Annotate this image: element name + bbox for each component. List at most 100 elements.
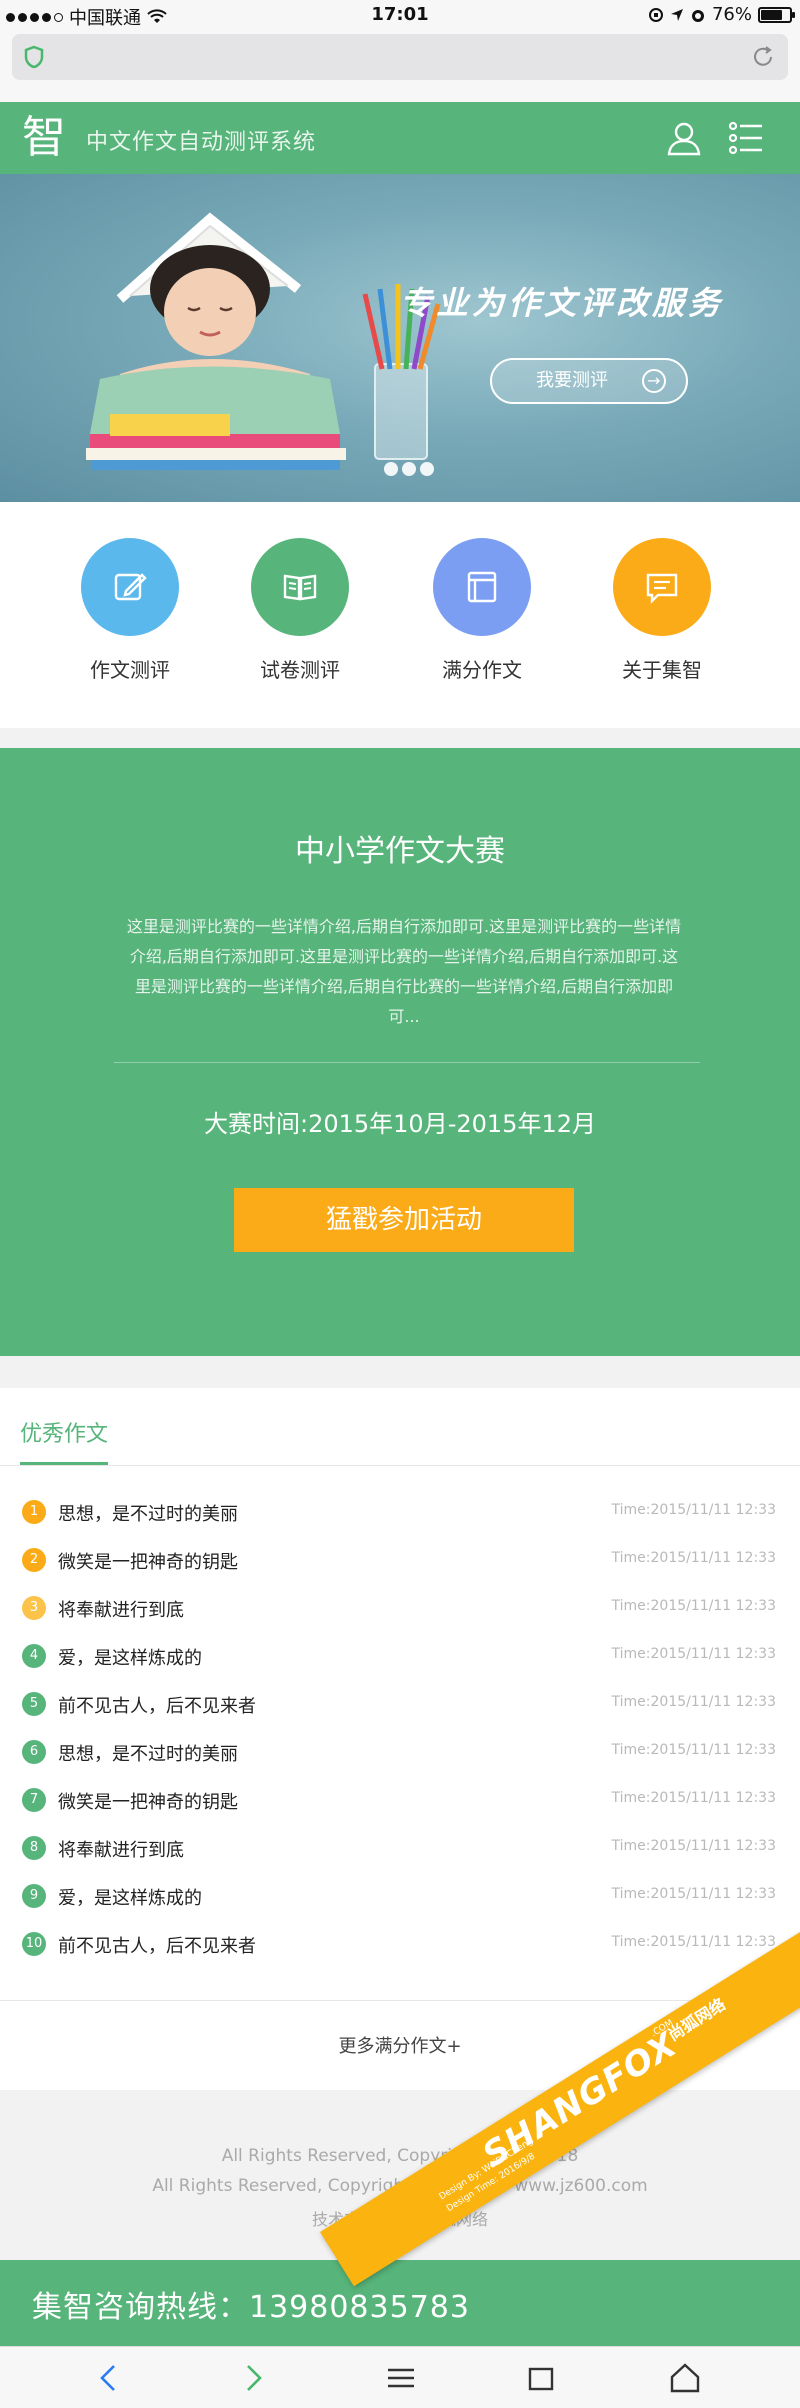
contest-section: 中小学作文大赛 这里是测评比赛的一些详情介绍,后期自行添加即可.这里是测评比赛的… (0, 748, 800, 1356)
hotline-bar[interactable]: 集智咨询热线：13980835783 (0, 2260, 800, 2346)
essay-title[interactable]: 前不见古人，后不见来者 (58, 1692, 256, 1718)
essay-list-item[interactable]: 6 思想，是不过时的美丽 Time:2015/11/11 12:33 (0, 1728, 800, 1776)
essay-title[interactable]: 前不见古人，后不见来者 (58, 1932, 256, 1958)
carousel-dot[interactable] (384, 462, 398, 476)
rank-badge: 10 (22, 1932, 46, 1956)
essay-list-item[interactable]: 1 思想，是不过时的美丽 Time:2015/11/11 12:33 (0, 1488, 800, 1536)
open-book-icon (251, 538, 349, 636)
evaluate-now-button[interactable]: 我要测评 (490, 358, 688, 404)
nav-essay-evaluation[interactable]: 作文测评 (60, 538, 200, 683)
hero-banner[interactable]: 专业为作文评改服务 我要测评 (0, 174, 800, 502)
rank-badge: 5 (22, 1692, 46, 1716)
rank-badge: 2 (22, 1548, 46, 1572)
essay-list-item[interactable]: 5 前不见古人，后不见来者 Time:2015/11/11 12:33 (0, 1680, 800, 1728)
rank-badge: 7 (22, 1788, 46, 1812)
essay-title[interactable]: 微笑是一把神奇的钥匙 (58, 1548, 238, 1574)
divider (0, 2000, 800, 2001)
message-icon (613, 538, 711, 636)
menu-lines-icon[interactable] (384, 2361, 418, 2395)
pencil-edit-icon (81, 538, 179, 636)
essay-list-item[interactable]: 9 爱，是这样炼成的 Time:2015/11/11 12:33 (0, 1872, 800, 1920)
carousel-dot[interactable] (420, 462, 434, 476)
tab-excellent-essays[interactable]: 优秀作文 (20, 1416, 109, 1465)
nav-about[interactable]: 关于集智 (592, 538, 732, 683)
document-icon (433, 538, 531, 636)
status-bar: 中国联通 17:01 76% (0, 0, 800, 30)
shield-icon (24, 45, 44, 69)
essays-tab-bar: 优秀作文 (0, 1388, 800, 1466)
home-icon[interactable] (668, 2361, 702, 2395)
address-bar[interactable] (12, 34, 788, 80)
nav-paper-evaluation[interactable]: 试卷测评 (230, 538, 370, 683)
battery-fill (761, 9, 782, 20)
menu-icon[interactable] (726, 118, 766, 158)
nav-label: 关于集智 (622, 658, 702, 682)
nav-label: 满分作文 (442, 658, 522, 682)
contest-period: 大赛时间:2015年10月-2015年12月 (204, 1110, 596, 1138)
nav-label: 作文测评 (90, 658, 170, 682)
essay-time: Time:2015/11/11 12:33 (611, 1694, 776, 1710)
battery-percent: 76% (711, 4, 752, 25)
essay-title[interactable]: 思想，是不过时的美丽 (58, 1740, 238, 1766)
essay-time: Time:2015/11/11 12:33 (611, 1838, 776, 1854)
contest-description: 这里是测评比赛的一些详情介绍,后期自行添加即可.这里是测评比赛的一些详情介绍,后… (126, 917, 682, 1026)
contest-title: 中小学作文大赛 (295, 834, 505, 869)
evaluate-now-label: 我要测评 (536, 370, 608, 391)
essay-title[interactable]: 爱，是这样炼成的 (58, 1644, 202, 1670)
essay-list-item[interactable]: 4 爱，是这样炼成的 Time:2015/11/11 12:33 (0, 1632, 800, 1680)
rank-badge: 6 (22, 1740, 46, 1764)
tabs-icon[interactable] (524, 2361, 558, 2395)
quick-nav: 作文测评 试卷测评 满分作文 关于集智 (0, 502, 800, 728)
essay-title[interactable]: 微笑是一把神奇的钥匙 (58, 1788, 238, 1814)
rank-badge: 3 (22, 1596, 46, 1620)
essay-list-item[interactable]: 8 将奉献进行到底 Time:2015/11/11 12:33 (0, 1824, 800, 1872)
essay-title[interactable]: 思想，是不过时的美丽 (58, 1500, 238, 1526)
back-icon[interactable] (92, 2361, 126, 2395)
essay-time: Time:2015/11/11 12:33 (611, 1742, 776, 1758)
rank-badge: 4 (22, 1644, 46, 1668)
essay-title[interactable]: 将奉献进行到底 (58, 1836, 184, 1862)
browser-address-area (0, 30, 800, 102)
site-header: 智 中文作文自动测评系统 (0, 102, 800, 174)
copyright-line: All Rights Reserved, Copyright 2015-2018 (221, 2146, 579, 2166)
essay-time: Time:2015/11/11 12:33 (611, 1934, 776, 1950)
rotation-lock-icon (648, 7, 663, 22)
nav-label: 试卷测评 (260, 658, 340, 682)
essay-title[interactable]: 将奉献进行到底 (58, 1596, 184, 1622)
essay-time: Time:2015/11/11 12:33 (611, 1598, 776, 1614)
divider (114, 1062, 700, 1063)
join-contest-button[interactable]: 猛戳参加活动 (234, 1188, 574, 1252)
essay-time: Time:2015/11/11 12:33 (611, 1646, 776, 1662)
hotline-text: 集智咨询热线：13980835783 (32, 2290, 470, 2325)
essay-list-item[interactable]: 3 将奉献进行到底 Time:2015/11/11 12:33 (0, 1584, 800, 1632)
nav-full-score-essays[interactable]: 满分作文 (412, 538, 552, 683)
site-logo[interactable]: 智 (22, 112, 68, 164)
user-icon[interactable] (664, 118, 704, 158)
arrow-right-icon (642, 360, 666, 402)
banner-slogan: 专业为作文评改服务 (400, 284, 725, 322)
essay-title[interactable]: 爱，是这样炼成的 (58, 1884, 202, 1910)
rank-badge: 1 (22, 1500, 46, 1524)
essay-list-item[interactable]: 7 微笑是一把神奇的钥匙 Time:2015/11/11 12:33 (0, 1776, 800, 1824)
essay-time: Time:2015/11/11 12:33 (611, 1550, 776, 1566)
carousel-dot[interactable] (402, 462, 416, 476)
forward-icon[interactable] (236, 2361, 270, 2395)
browser-toolbar (0, 2346, 800, 2408)
essay-list-item[interactable]: 2 微笑是一把神奇的钥匙 Time:2015/11/11 12:33 (0, 1536, 800, 1584)
rank-badge: 9 (22, 1884, 46, 1908)
banner-illustration (86, 212, 441, 470)
excellent-essays-section: 优秀作文 1 思想，是不过时的美丽 Time:2015/11/11 12:33 2 微笑… (0, 1388, 800, 2090)
location-icon (670, 8, 683, 21)
mobile-page: 中国联通 17:01 76% 智 中文作文自动测评系统 专业为作文评改服务 我要… (0, 0, 800, 2408)
status-right: 76% (648, 4, 795, 25)
alarm-icon (691, 9, 704, 22)
essay-time: Time:2015/11/11 12:33 (611, 1502, 776, 1518)
essay-time: Time:2015/11/11 12:33 (611, 1790, 776, 1806)
rank-badge: 8 (22, 1836, 46, 1860)
reload-icon[interactable] (750, 44, 776, 70)
battery-icon (758, 6, 795, 23)
essay-time: Time:2015/11/11 12:33 (611, 1886, 776, 1902)
site-title: 中文作文自动测评系统 (86, 130, 317, 155)
essay-list-item[interactable]: 10 前不见古人，后不见来者 Time:2015/11/11 12:33 (0, 1920, 800, 1968)
carousel-pager[interactable] (384, 462, 434, 476)
